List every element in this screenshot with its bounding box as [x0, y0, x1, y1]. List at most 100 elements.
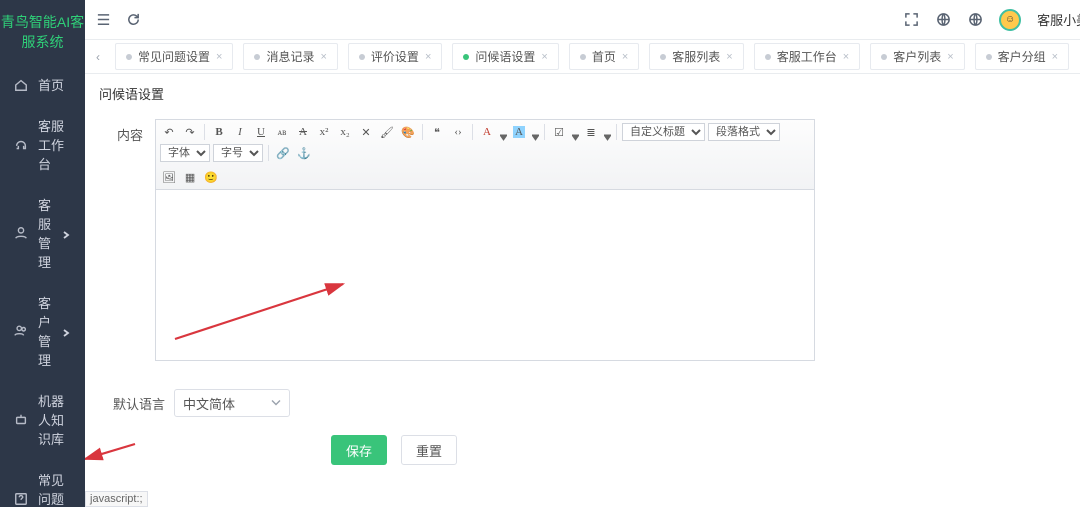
tabs-bar: ‹ 常见问题设置×消息记录×评价设置×问候语设置×首页×客服列表×客服工作台×客…	[85, 40, 1080, 74]
fullscreen-icon[interactable]	[903, 12, 919, 28]
chevron-down-icon	[271, 396, 281, 411]
tab-label: 常见问题设置	[138, 48, 210, 65]
sidebar-item-4[interactable]: 机器人知识库	[0, 380, 85, 459]
sidebar: 青鸟智能AI客服系统 首页客服工作台客服管理客户管理机器人知识库常见问题设置评价…	[0, 0, 85, 507]
tab-4[interactable]: 首页 ×	[569, 43, 639, 70]
close-icon[interactable]: ×	[216, 51, 222, 63]
close-icon[interactable]: ×	[425, 51, 431, 63]
tab-label: 首页	[592, 48, 616, 65]
globe-icon[interactable]	[935, 12, 951, 28]
globe-icon-2[interactable]	[967, 12, 983, 28]
editor-anchor-icon[interactable]: ⚓	[295, 144, 313, 162]
editor-select-font_family[interactable]: 字体	[160, 144, 210, 162]
close-icon[interactable]: ×	[541, 51, 547, 63]
editor-clear-icon[interactable]: ✕	[357, 123, 375, 141]
sidebar-item-0[interactable]: 首页	[0, 64, 85, 105]
editor-textarea[interactable]	[156, 190, 814, 360]
language-select[interactable]: 中文简体	[174, 389, 290, 417]
sidebar-item-label: 客服管理	[38, 195, 51, 271]
editor-strike-icon[interactable]: A	[294, 123, 312, 141]
statusbar: javascript:;	[85, 491, 148, 507]
editor-code-icon[interactable]: ‹›	[449, 123, 467, 141]
chevron-down-icon	[61, 228, 71, 238]
language-select-value: 中文简体	[183, 394, 235, 413]
editor-select-font_size[interactable]: 字号	[213, 144, 263, 162]
editor-abbr-icon[interactable]: ᴀʙ	[273, 123, 291, 141]
dropdown-caret-icon[interactable]	[572, 129, 579, 136]
sidebar-item-label: 机器人知识库	[38, 391, 71, 448]
tab-dot-icon	[580, 54, 586, 60]
label-content: 内容	[99, 119, 155, 361]
tab-dot-icon	[126, 54, 132, 60]
editor-palette-icon[interactable]: 🎨	[399, 123, 417, 141]
close-icon[interactable]: ×	[947, 51, 953, 63]
editor-emoji-icon[interactable]: 🙂	[202, 168, 220, 186]
tab-label: 客服列表	[672, 48, 720, 65]
sidebar-item-5[interactable]: 常见问题设置	[0, 459, 85, 507]
tab-5[interactable]: 客服列表 ×	[649, 43, 743, 70]
tabs-prev[interactable]: ‹	[91, 50, 105, 64]
tab-label: 消息记录	[266, 48, 314, 65]
sidebar-item-1[interactable]: 客服工作台	[0, 105, 85, 184]
tab-7[interactable]: 客户列表 ×	[870, 43, 964, 70]
editor-image-icon[interactable]: 🖼	[160, 168, 178, 186]
tab-dot-icon	[359, 54, 365, 60]
editor-underline-icon[interactable]: U	[252, 123, 270, 141]
editor-redo-icon[interactable]: ↷	[181, 123, 199, 141]
reset-button[interactable]: 重置	[401, 435, 457, 465]
collapse-menu-icon[interactable]	[95, 12, 111, 28]
editor-table-icon[interactable]: ▦	[181, 168, 199, 186]
editor-list-icon[interactable]: ≣	[582, 123, 600, 141]
tabs-scroll: 常见问题设置×消息记录×评价设置×问候语设置×首页×客服列表×客服工作台×客户列…	[111, 43, 1073, 70]
close-icon[interactable]: ×	[1052, 51, 1058, 63]
editor-task-icon[interactable]: ☑	[550, 123, 568, 141]
close-icon[interactable]: ×	[726, 51, 732, 63]
save-button[interactable]: 保存	[331, 435, 387, 465]
dropdown-caret-icon[interactable]	[532, 129, 539, 136]
editor-bgcolor-icon[interactable]: A	[510, 123, 528, 141]
faq-icon	[14, 492, 28, 506]
tab-1[interactable]: 消息记录 ×	[243, 43, 337, 70]
editor-fontcolor-icon[interactable]: A	[478, 123, 496, 141]
editor-bold-icon[interactable]: B	[210, 123, 228, 141]
main: ☺ 客服小美 ‹ 常见问题设置×消息记录×评价设置×问候语设置×首页×客服列表×…	[85, 0, 1080, 507]
sidebar-item-3[interactable]: 客户管理	[0, 282, 85, 380]
tab-2[interactable]: 评价设置×	[348, 43, 442, 70]
tab-6[interactable]: 客服工作台×	[754, 43, 860, 70]
user-name[interactable]: 客服小美	[1037, 10, 1080, 29]
refresh-icon[interactable]	[125, 12, 141, 28]
editor-select-paragraph[interactable]: 段落格式	[708, 123, 780, 141]
sidebar-item-label: 客户管理	[38, 293, 51, 369]
avatar[interactable]: ☺	[999, 9, 1021, 31]
close-icon[interactable]: ×	[320, 51, 326, 63]
home-icon	[14, 78, 28, 92]
editor-sub-icon[interactable]: x₂	[336, 123, 354, 141]
tab-label: 问候语设置	[475, 48, 535, 65]
sidebar-item-label: 常见问题设置	[38, 470, 71, 507]
users-icon	[14, 324, 28, 338]
tab-8[interactable]: 客户分组 ×	[975, 43, 1069, 70]
close-icon[interactable]: ×	[843, 51, 849, 63]
rich-text-editor: ↶↷BIUᴀʙAx²x₂✕🖌🎨❝‹›AA☑≣自定义标题段落格式字体字号🔗⚓🖼▦🙂	[155, 119, 815, 361]
editor-undo-icon[interactable]: ↶	[160, 123, 178, 141]
tab-label: 客户列表	[893, 48, 941, 65]
topbar: ☺ 客服小美	[85, 0, 1080, 40]
brand-title: 青鸟智能AI客服系统	[0, 0, 85, 64]
tab-label: 客户分组	[998, 48, 1046, 65]
tab-dot-icon	[254, 54, 260, 60]
tab-0[interactable]: 常见问题设置 ×	[115, 43, 233, 70]
sidebar-item-2[interactable]: 客服管理	[0, 184, 85, 282]
editor-italic-icon[interactable]: I	[231, 123, 249, 141]
editor-brush-icon[interactable]: 🖌	[378, 123, 396, 141]
editor-select-heading[interactable]: 自定义标题	[622, 123, 705, 141]
tab-dot-icon	[660, 54, 666, 60]
editor-quote-icon[interactable]: ❝	[428, 123, 446, 141]
robot-icon	[14, 413, 28, 427]
close-icon[interactable]: ×	[622, 51, 628, 63]
dropdown-caret-icon[interactable]	[500, 129, 507, 136]
dropdown-caret-icon[interactable]	[604, 129, 611, 136]
editor-sup-icon[interactable]: x²	[315, 123, 333, 141]
tab-3[interactable]: 问候语设置 ×	[452, 43, 558, 70]
editor-link-icon[interactable]: 🔗	[274, 144, 292, 162]
label-default-language: 默认语言	[99, 394, 174, 413]
